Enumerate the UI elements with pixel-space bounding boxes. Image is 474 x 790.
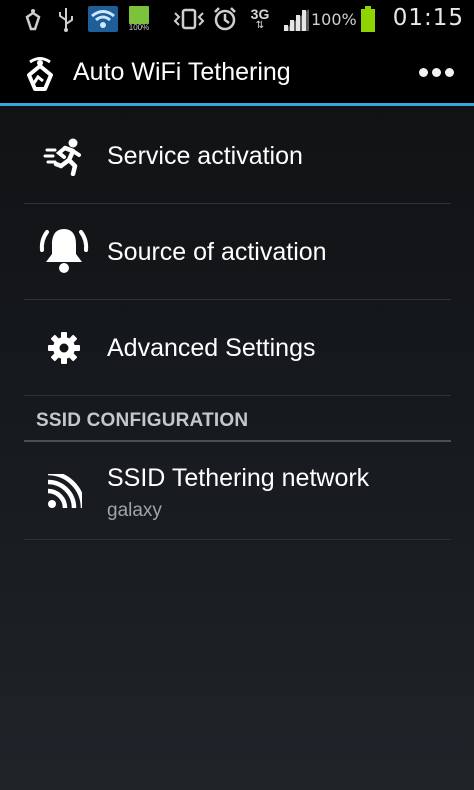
action-bar: Auto WiFi Tethering <box>0 38 474 106</box>
overflow-menu-icon[interactable] <box>416 60 456 84</box>
vibrate-icon <box>172 6 206 32</box>
3g-data-icon: 3G ⇅ <box>250 6 270 31</box>
network-type-text: 3G <box>250 6 270 22</box>
advanced-settings-label: Advanced Settings <box>107 334 316 362</box>
app-logo-icon[interactable] <box>20 53 60 93</box>
list-item-service-activation[interactable]: Service activation <box>24 108 451 204</box>
small-battery-text: 100% <box>128 23 150 32</box>
ssid-section-header: SSID CONFIGURATION <box>24 400 451 442</box>
list-item-advanced-settings[interactable]: Advanced Settings <box>24 300 451 396</box>
ssid-section-title: SSID CONFIGURATION <box>36 410 249 431</box>
battery-percent-text: 100% <box>311 10 357 29</box>
alarm-icon <box>212 6 238 32</box>
gear-icon <box>38 322 90 374</box>
bell-icon <box>38 224 90 276</box>
ssid-tethering-network-label: SSID Tethering network <box>107 464 370 492</box>
app-title: Auto WiFi Tethering <box>73 58 291 86</box>
list-item-source-of-activation[interactable]: Source of activation <box>24 204 451 300</box>
list-item-ssid-tethering-network[interactable]: SSID Tethering network galaxy <box>24 444 451 540</box>
battery-icon <box>358 6 378 32</box>
signal-icon <box>281 6 311 32</box>
rss-signal-icon <box>38 466 90 518</box>
status-bar: 100% 3G ⇅ 100% 01:15 <box>0 0 474 38</box>
service-activation-label: Service activation <box>107 142 303 170</box>
wifi-hotspot-icon <box>88 6 118 32</box>
clock: 01:15 <box>392 5 464 31</box>
usb-icon <box>56 6 76 32</box>
source-of-activation-label: Source of activation <box>107 238 327 266</box>
ssid-value-summary: galaxy <box>107 500 162 521</box>
battery-charged-icon: 100% <box>126 6 152 32</box>
running-man-icon <box>38 130 90 182</box>
tethering-icon <box>22 6 44 32</box>
